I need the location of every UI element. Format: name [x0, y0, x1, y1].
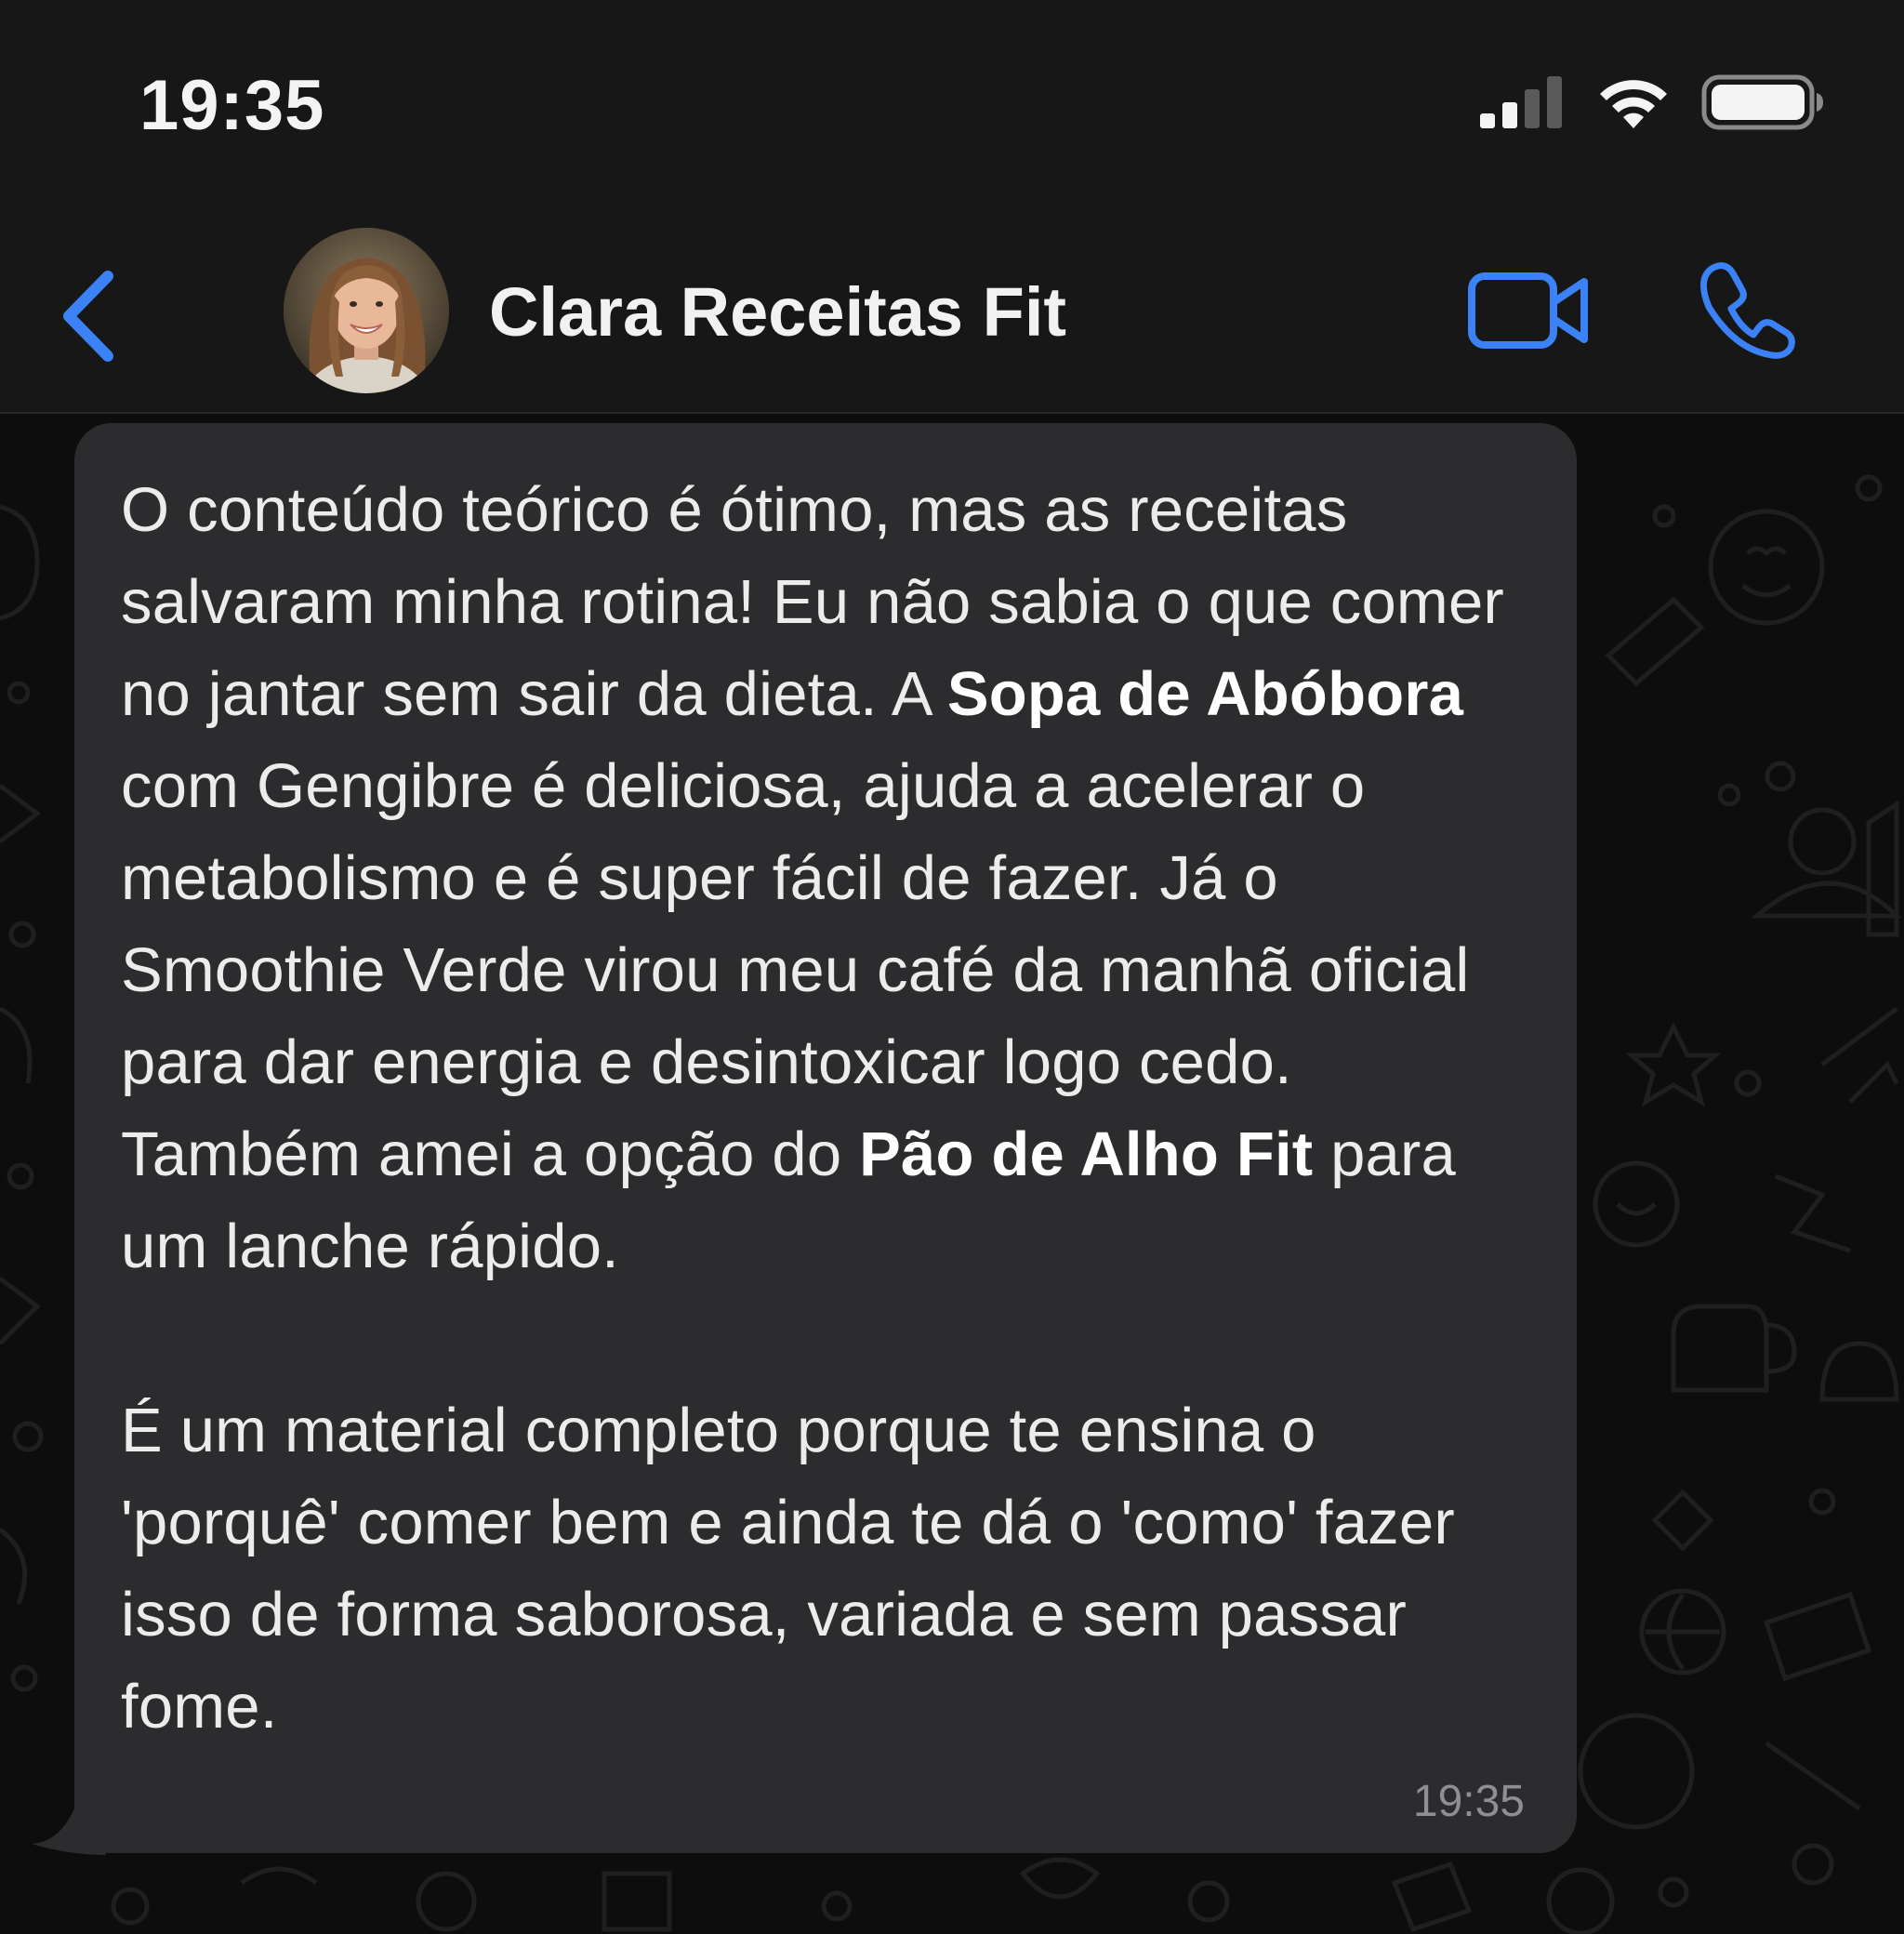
- avatar[interactable]: [284, 228, 449, 393]
- chat-screen: 19:35 Clara Receitas Fit O conteúdo teór…: [0, 0, 1904, 1934]
- message-paragraph-2: É um material completo porque te ensina …: [121, 1396, 1455, 1742]
- video-camera-icon: [1467, 269, 1590, 352]
- status-icons: [1478, 73, 1824, 132]
- battery-icon: [1701, 74, 1824, 130]
- message-bold-segment: Sopa de Abóbora: [946, 659, 1464, 729]
- cellular-signal-icon: [1478, 74, 1566, 130]
- message-timestamp: 19:35: [1412, 1777, 1525, 1826]
- chevron-left-icon: [56, 265, 121, 367]
- wifi-icon: [1595, 74, 1672, 130]
- status-time: 19:35: [139, 66, 325, 145]
- message-paragraph-1: O conteúdo teórico é ótimo, mas as recei…: [121, 464, 1530, 1292]
- chat-area[interactable]: O conteúdo teórico é ótimo, mas as recei…: [0, 414, 1904, 1934]
- chat-header: Clara Receitas Fit: [0, 209, 1904, 414]
- message-bold-segment: Pão de Alho Fit: [859, 1119, 1314, 1189]
- status-bar: 19:35: [0, 0, 1904, 209]
- back-button[interactable]: [56, 265, 121, 367]
- video-call-button[interactable]: [1467, 269, 1590, 352]
- voice-call-button[interactable]: [1698, 260, 1796, 359]
- phone-icon: [1698, 260, 1796, 359]
- message-text: O conteúdo teórico é ótimo, mas as recei…: [121, 464, 1530, 1753]
- contact-name[interactable]: Clara Receitas Fit: [489, 272, 1066, 351]
- message-bubble[interactable]: O conteúdo teórico é ótimo, mas as recei…: [74, 423, 1577, 1853]
